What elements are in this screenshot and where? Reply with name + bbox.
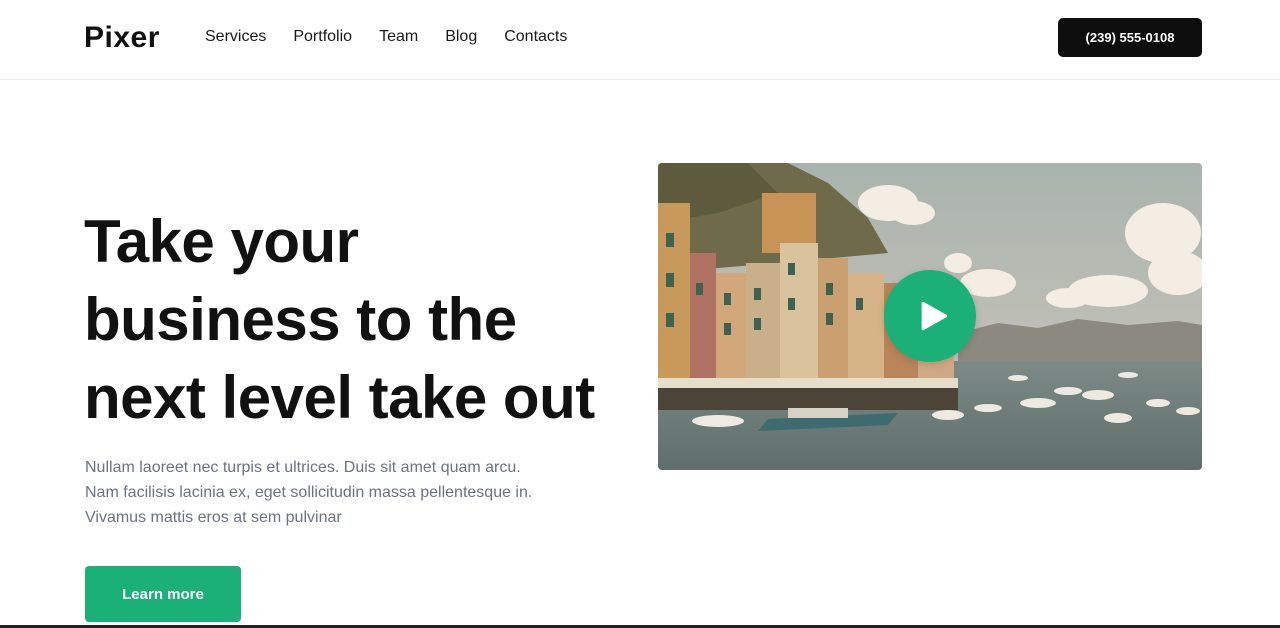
nav-item-services[interactable]: Services <box>205 27 266 47</box>
site-header: Pixer Services Portfolio Team Blog Conta… <box>0 0 1280 80</box>
hero-description-line: Nullam laoreet nec turpis et ultrices. D… <box>85 459 521 476</box>
nav-item-portfolio[interactable]: Portfolio <box>293 27 352 47</box>
logo[interactable]: Pixer <box>84 20 160 56</box>
nav-item-team[interactable]: Team <box>379 27 418 47</box>
hero-description: Nullam laoreet nec turpis et ultrices. D… <box>85 455 585 530</box>
main-nav: Services Portfolio Team Blog Contacts <box>205 27 567 47</box>
landing-page: Pixer Services Portfolio Team Blog Conta… <box>0 0 1280 628</box>
hero-title-line: business to the <box>84 286 517 353</box>
play-icon <box>921 301 947 331</box>
nav-item-blog[interactable]: Blog <box>445 27 477 47</box>
hero-title-line: next level take out <box>84 364 595 431</box>
hero-description-line: Vivamus mattis eros at sem pulvinar <box>85 509 342 526</box>
hero-title-line: Take your <box>84 208 359 275</box>
hero-video[interactable] <box>658 163 1202 470</box>
learn-more-button[interactable]: Learn more <box>85 566 241 622</box>
hero-title: Take your business to the next level tak… <box>84 203 604 437</box>
phone-button[interactable]: (239) 555-0108 <box>1058 18 1202 57</box>
hero-description-line: Nam facilisis lacinia ex, eget sollicitu… <box>85 484 533 501</box>
nav-item-contacts[interactable]: Contacts <box>504 27 567 47</box>
play-button[interactable] <box>884 270 976 362</box>
logo-text: Pixer <box>84 21 160 54</box>
